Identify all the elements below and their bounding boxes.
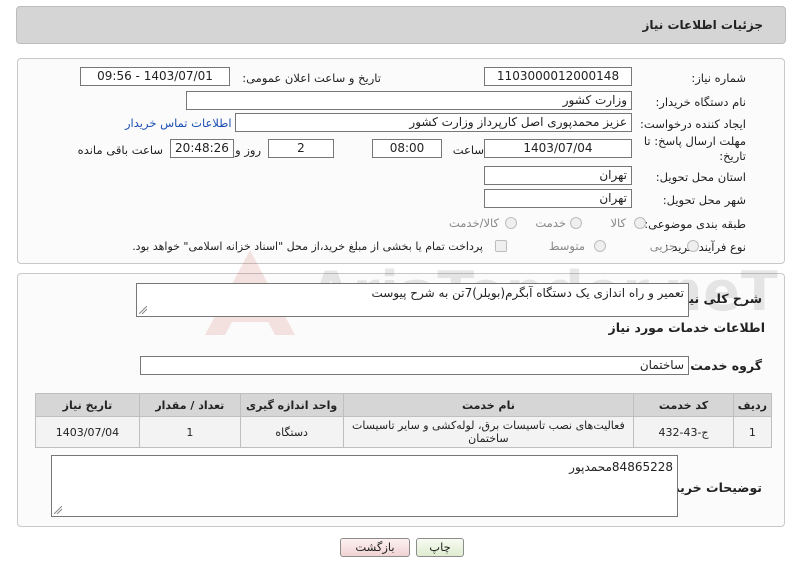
print-button[interactable]: چاپ xyxy=(416,538,464,557)
category-service-radio[interactable] xyxy=(570,217,582,229)
buyer-org-field[interactable]: وزارت کشور xyxy=(186,91,632,110)
resize-handle-icon[interactable] xyxy=(54,506,62,514)
resize-handle-icon[interactable] xyxy=(139,306,147,314)
description-textarea[interactable]: تعمیر و راه اندازی یک دستگاه آبگرم(بویلر… xyxy=(136,283,689,317)
announce-date-label: تاریخ و ساعت اعلان عمومی: xyxy=(242,71,381,85)
city-field[interactable]: تهران xyxy=(484,189,632,208)
page-title: جزئیات اطلاعات نیاز xyxy=(642,18,763,32)
creator-field[interactable]: عزیز محمدپوری اصل کارپرداز وزارت کشور xyxy=(235,113,632,132)
col-qty: تعداد / مقدار xyxy=(138,393,241,417)
remaining-time-field[interactable]: 20:48:26 xyxy=(170,139,234,158)
buyer-notes-textarea[interactable]: 84865228محمدپور xyxy=(51,455,678,517)
category-label: طبقه بندی موضوعی: xyxy=(644,217,746,231)
col-index: ردیف xyxy=(732,393,773,417)
buyer-notes-text: 84865228محمدپور xyxy=(569,460,673,474)
description-text: تعمیر و راه اندازی یک دستگاه آبگرم(بویلر… xyxy=(371,286,684,300)
services-table: ردیف کد خدمت نام خدمت واحد اندازه گیری ت… xyxy=(35,393,773,448)
city-label: شهر محل تحویل: xyxy=(662,193,746,207)
service-group-label: گروه خدمت: xyxy=(685,358,762,373)
buyer-org-label: نام دستگاه خریدار: xyxy=(655,95,746,109)
deadline-label: مهلت ارسال پاسخ: تا تاریخ: xyxy=(644,134,746,164)
cell-index: 1 xyxy=(732,416,773,448)
col-unit: واحد اندازه گیری xyxy=(239,393,344,417)
page-header: جزئیات اطلاعات نیاز xyxy=(16,6,786,44)
need-number-field[interactable]: 1103000012000148 xyxy=(484,67,632,86)
services-section-title: اطلاعات خدمات مورد نیاز xyxy=(608,320,766,335)
cell-name: فعالیت‌های نصب تاسیسات برق، لوله‌کشی و س… xyxy=(342,416,635,448)
service-group-field[interactable]: ساختمان xyxy=(140,356,689,375)
category-goods-radio[interactable] xyxy=(634,217,646,229)
province-field[interactable]: تهران xyxy=(484,166,632,185)
need-number-label: شماره نیاز: xyxy=(691,71,746,85)
table-header-row: ردیف کد خدمت نام خدمت واحد اندازه گیری ت… xyxy=(35,393,773,417)
category-goods-label: کالا xyxy=(610,216,626,230)
days-label: روز و xyxy=(235,143,261,157)
province-label: استان محل تحویل: xyxy=(655,170,746,184)
cell-date: 1403/07/04 xyxy=(35,416,140,448)
back-button[interactable]: بازگشت xyxy=(340,538,410,557)
cell-unit: دستگاه xyxy=(239,416,344,448)
deadline-label-line1: مهلت ارسال پاسخ: تا xyxy=(643,134,746,148)
deadline-time-label: ساعت xyxy=(452,143,484,157)
category-goods-service-radio[interactable] xyxy=(505,217,517,229)
deadline-date-field[interactable]: 1403/07/04 xyxy=(484,139,632,158)
buyer-contact-link[interactable]: اطلاعات تماس خریدار xyxy=(125,116,232,130)
category-goods-service-label: کالا/خدمت xyxy=(448,216,499,230)
cell-code: ج-43-432 xyxy=(633,416,734,448)
col-date: تاریخ نیاز xyxy=(35,393,140,417)
col-name: نام خدمت xyxy=(342,393,635,417)
table-row: 1 ج-43-432 فعالیت‌های نصب تاسیسات برق، ل… xyxy=(35,416,773,448)
deadline-label-line2: تاریخ: xyxy=(719,149,746,163)
creator-label: ایجاد کننده درخواست: xyxy=(640,117,746,131)
remaining-time-label: ساعت باقی مانده xyxy=(77,143,163,157)
announce-date-field[interactable]: 1403/07/01 - 09:56 xyxy=(80,67,230,86)
category-service-label: خدمت xyxy=(535,216,566,230)
days-remaining-field[interactable]: 2 xyxy=(268,139,334,158)
col-code: کد خدمت xyxy=(633,393,734,417)
cell-qty: 1 xyxy=(138,416,241,448)
deadline-time-field[interactable]: 08:00 xyxy=(372,139,442,158)
